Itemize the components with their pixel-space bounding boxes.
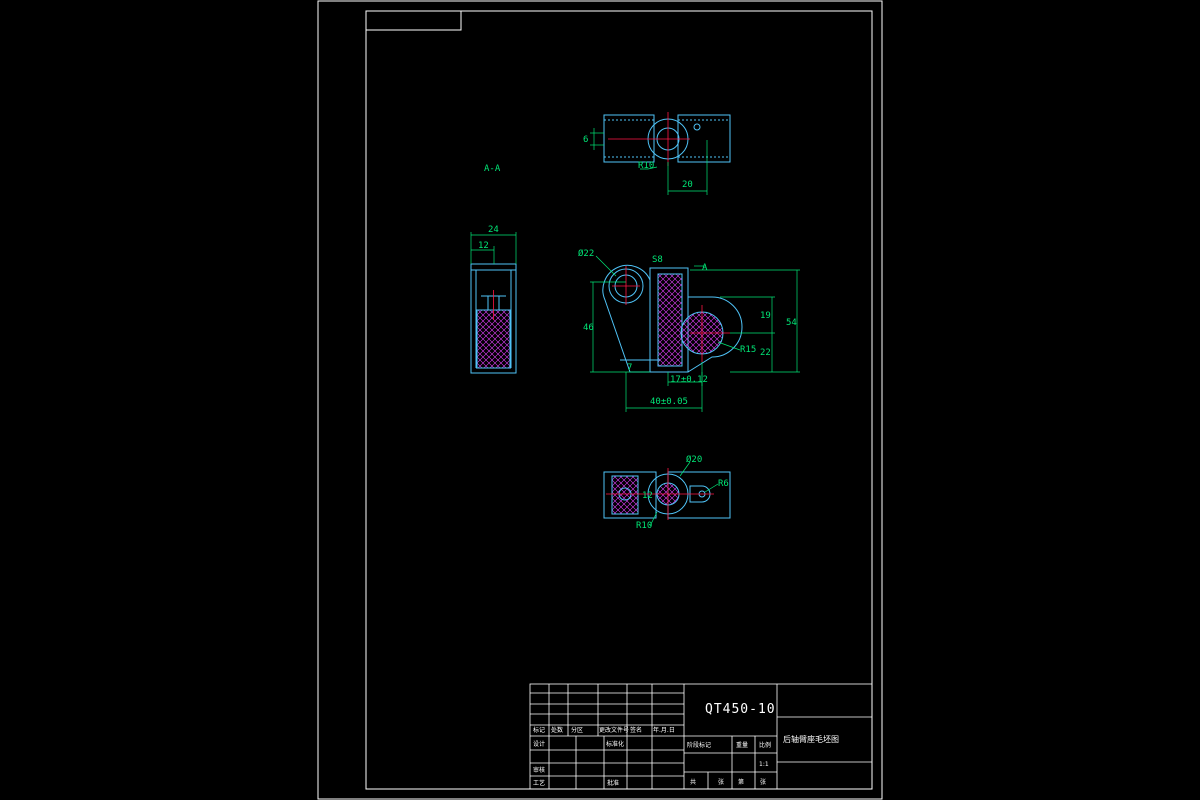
- dim-bottom-phi20: Ø20: [686, 454, 702, 465]
- sheet-inner-frame: [365, 10, 873, 790]
- tb-fenqu: 分区: [571, 726, 583, 734]
- dim-top-r10: R10: [638, 161, 654, 171]
- tb-gengwen: 更改文件号: [599, 726, 629, 734]
- dim-top-20: 20: [682, 180, 693, 190]
- tb-pizhun: 批准: [607, 779, 619, 787]
- tb-gongyi: 工艺: [533, 779, 545, 787]
- dim-front-tol-40: 40±0.05: [650, 397, 688, 407]
- tb-zhongliang: 重量: [736, 741, 748, 749]
- dim-front-tol-17: 17±0.12: [670, 375, 708, 385]
- dim-front-s8: S8: [652, 255, 663, 265]
- dim-bottom-r10: R10: [636, 521, 652, 531]
- front-view: [602, 264, 743, 373]
- tb-shenhe: 审核: [533, 766, 545, 774]
- tb-biaoji: 标记: [533, 726, 545, 734]
- dim-front-phi22: Ø22: [578, 248, 594, 259]
- drawing-number-box: [365, 10, 462, 31]
- tb-zhang-2: 张: [760, 778, 766, 786]
- dim-front-r15: R15: [740, 345, 756, 355]
- part-name-text: 后轴臂座毛坯图: [783, 734, 839, 744]
- dim-front-7: 7: [627, 363, 632, 373]
- section-label: A-A: [484, 164, 501, 174]
- material-text: QT450-10: [705, 702, 776, 717]
- tb-scale: 1:1: [759, 761, 769, 768]
- bottom-view: [603, 468, 731, 520]
- top-view-left-body: [603, 114, 655, 163]
- tb-biaozhunhua: 标准化: [606, 740, 624, 748]
- sheet-outer-frame: [317, 0, 883, 800]
- cad-drawing: A-A 6 R10 20 24 12 Ø22 S8 A 46 7 19 54 2…: [317, 0, 883, 800]
- dim-bottom-r6: R6: [718, 479, 729, 489]
- tb-chushu: 处数: [551, 726, 563, 734]
- dim-front-22: 22: [760, 348, 771, 358]
- dim-top-6: 6: [583, 135, 588, 145]
- top-view-right-body: [677, 114, 731, 163]
- tb-qianming: 签名: [630, 726, 642, 734]
- section-marker-a: A: [702, 263, 708, 273]
- tb-riqi: 年.月.日: [653, 726, 675, 734]
- front-view-column-hatch: [657, 273, 683, 367]
- tb-bili: 比例: [759, 741, 771, 749]
- side-view: [470, 263, 517, 374]
- dim-side-12: 12: [478, 241, 489, 251]
- dim-front-19: 19: [760, 311, 771, 321]
- top-view: [603, 112, 731, 166]
- tb-jieduan: 阶段标记: [687, 741, 711, 749]
- top-view-small-hole: [693, 123, 701, 131]
- dim-bottom-12: 12: [642, 491, 653, 501]
- dim-front-46: 46: [583, 323, 594, 333]
- tb-zhang-1: 张: [718, 778, 724, 786]
- dim-side-24: 24: [488, 225, 499, 235]
- tb-di: 第: [738, 778, 744, 786]
- tb-gong: 共: [690, 778, 696, 786]
- tb-sheji: 设计: [533, 740, 545, 748]
- dim-front-54: 54: [786, 318, 797, 328]
- bottom-view-left-hatch: [611, 475, 639, 515]
